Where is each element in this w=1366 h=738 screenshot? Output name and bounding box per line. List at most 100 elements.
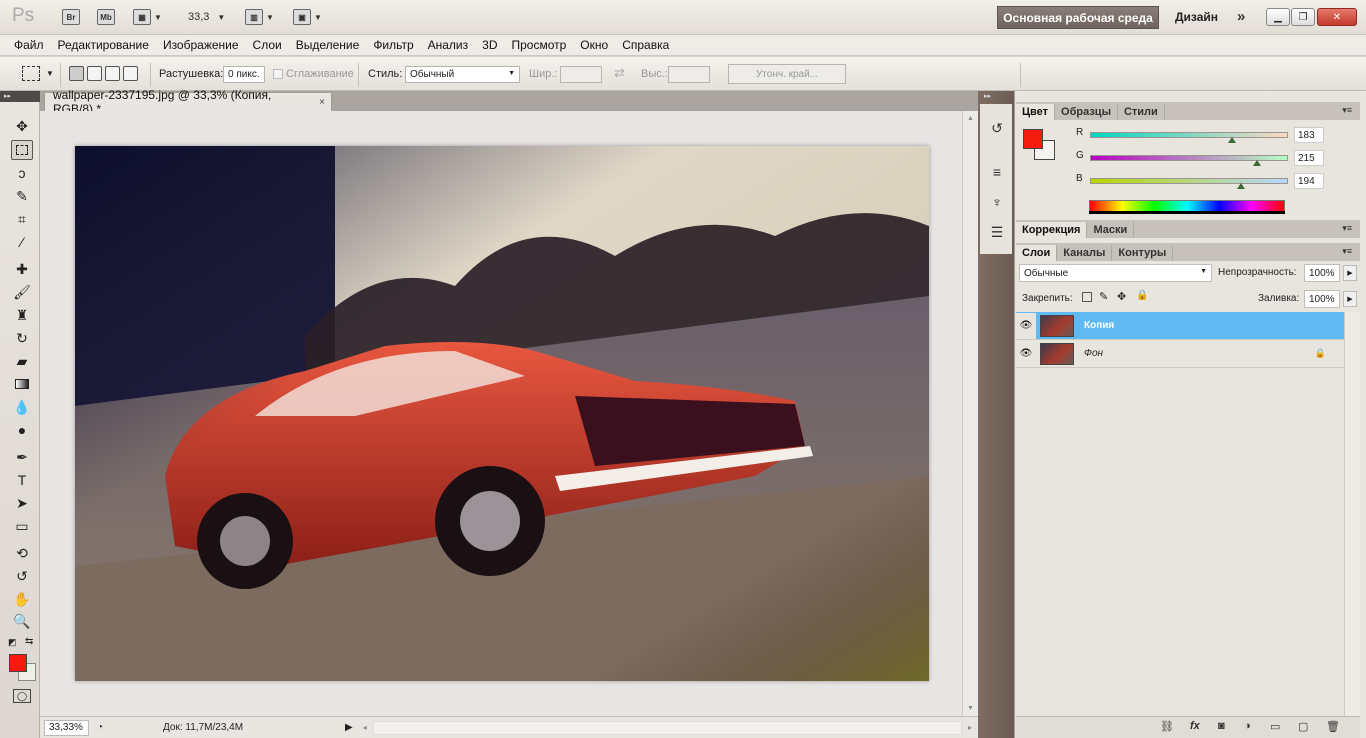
red-value-input[interactable]: 183 bbox=[1294, 127, 1324, 143]
blur-tool-icon[interactable]: 💧 bbox=[11, 397, 33, 417]
add-mask-icon[interactable]: ◙ bbox=[1218, 720, 1225, 732]
tab-paths[interactable]: Контуры bbox=[1112, 245, 1174, 261]
intersect-selection-icon[interactable] bbox=[123, 66, 138, 81]
close-window-button[interactable]: ✕ bbox=[1317, 8, 1357, 26]
menu-window[interactable]: Окно bbox=[580, 38, 608, 52]
quick-selection-tool-icon[interactable]: ✎ bbox=[11, 186, 33, 206]
menu-view[interactable]: Просмотр bbox=[511, 38, 566, 52]
scroll-up-icon[interactable]: ▲ bbox=[967, 115, 974, 122]
arrange-documents-button[interactable]: ▥ ▼ bbox=[245, 8, 274, 26]
screen-mode-button[interactable]: ▣ ▼ bbox=[293, 8, 322, 26]
subtract-selection-icon[interactable] bbox=[105, 66, 120, 81]
height-input[interactable] bbox=[668, 66, 710, 83]
quick-mask-icon[interactable]: ◯ bbox=[13, 689, 31, 703]
minibridge-button[interactable]: Mb bbox=[97, 8, 115, 26]
eraser-tool-icon[interactable]: ▰ bbox=[11, 351, 33, 371]
path-selection-tool-icon[interactable]: ➤ bbox=[11, 493, 33, 513]
tab-color[interactable]: Цвет bbox=[1016, 104, 1056, 120]
tab-styles[interactable]: Стили bbox=[1118, 104, 1165, 120]
clone-stamp-tool-icon[interactable]: ♜ bbox=[11, 305, 33, 325]
marquee-tool-icon[interactable] bbox=[11, 140, 33, 160]
dodge-tool-icon[interactable]: ● bbox=[11, 420, 33, 440]
lock-pixels-icon[interactable]: ✎ bbox=[1099, 290, 1108, 303]
feather-input[interactable]: 0 пикс. bbox=[223, 66, 265, 83]
scroll-down-icon[interactable]: ▼ bbox=[967, 705, 974, 712]
menu-file[interactable]: Файл bbox=[14, 38, 44, 52]
history-brush-tool-icon[interactable]: ↻ bbox=[11, 328, 33, 348]
healing-brush-tool-icon[interactable]: ✚ bbox=[11, 259, 33, 279]
scroll-right-icon[interactable]: ▸ bbox=[968, 723, 972, 732]
menu-edit[interactable]: Редактирование bbox=[58, 38, 149, 52]
dock-expand-icon[interactable]: ▸▸ bbox=[984, 92, 991, 100]
new-group-icon[interactable]: ▭ bbox=[1270, 720, 1280, 733]
lock-position-icon[interactable]: ✥ bbox=[1117, 290, 1126, 303]
delete-layer-icon[interactable]: 🗑 bbox=[1326, 720, 1340, 733]
history-panel-icon[interactable]: ↺ bbox=[985, 118, 1009, 138]
blue-thumb[interactable] bbox=[1236, 183, 1245, 189]
lock-all-icon[interactable]: 🔒 bbox=[1136, 290, 1148, 301]
refine-edge-button[interactable]: Утонч. край... bbox=[728, 64, 846, 84]
green-thumb[interactable] bbox=[1252, 160, 1261, 166]
tab-masks[interactable]: Маски bbox=[1087, 222, 1135, 238]
add-selection-icon[interactable] bbox=[87, 66, 102, 81]
pen-tool-icon[interactable]: ✒ bbox=[11, 447, 33, 467]
status-menu-arrow-icon[interactable]: ▶ bbox=[345, 722, 353, 733]
vertical-scrollbar[interactable]: ▲ ▼ bbox=[962, 111, 978, 716]
green-value-input[interactable]: 215 bbox=[1294, 150, 1324, 166]
fill-input[interactable]: 100% bbox=[1304, 290, 1340, 308]
restore-button[interactable]: ❐ bbox=[1291, 8, 1315, 26]
style-select[interactable]: Обычный ▼ bbox=[405, 66, 520, 83]
menu-image[interactable]: Изображение bbox=[163, 38, 239, 52]
blue-slider[interactable]: B 194 bbox=[1076, 173, 1336, 189]
tab-layers[interactable]: Слои bbox=[1016, 245, 1058, 261]
opacity-input[interactable]: 100% bbox=[1304, 264, 1340, 282]
layer-row-background[interactable]: 👁 Фон 🔒 bbox=[1016, 340, 1344, 368]
layer-style-fx-icon[interactable]: fx bbox=[1190, 720, 1200, 732]
minimize-button[interactable]: ▁ bbox=[1266, 8, 1290, 26]
hand-tool-icon[interactable]: ✋ bbox=[11, 589, 33, 609]
crop-tool-icon[interactable]: ⌗ bbox=[11, 209, 33, 229]
document-tab[interactable]: wallpaper-2337195.jpg @ 33,3% (Копия, RG… bbox=[44, 88, 332, 116]
menu-3d[interactable]: 3D bbox=[482, 38, 497, 52]
3d-rotate-tool-icon[interactable]: ⟲ bbox=[11, 543, 33, 563]
view-extras-button[interactable]: ▦ ▼ bbox=[133, 8, 162, 26]
menu-help[interactable]: Справка bbox=[622, 38, 669, 52]
width-input[interactable] bbox=[560, 66, 602, 83]
red-slider[interactable]: R 183 bbox=[1076, 127, 1336, 143]
clone-source-panel-icon[interactable]: ♆ bbox=[985, 192, 1009, 212]
3d-orbit-tool-icon[interactable]: ↺ bbox=[11, 566, 33, 586]
default-colors-icon[interactable]: ◩ bbox=[8, 637, 17, 648]
layer-row-copy[interactable]: 👁 Копия bbox=[1016, 312, 1344, 340]
brush-panel-icon[interactable]: ≡ bbox=[985, 162, 1009, 182]
bridge-button[interactable]: Br bbox=[62, 8, 80, 26]
eyedropper-tool-icon[interactable]: ⁄ bbox=[11, 232, 33, 252]
zoom-tool-icon[interactable]: 🔍 bbox=[11, 611, 33, 631]
new-layer-icon[interactable]: ▢ bbox=[1298, 720, 1308, 733]
brush-tool-icon[interactable]: 🖌 bbox=[11, 282, 33, 302]
gradient-tool-icon[interactable] bbox=[11, 374, 33, 394]
zoom-status-field[interactable]: 33,33% bbox=[44, 719, 89, 736]
type-tool-icon[interactable]: T bbox=[11, 470, 33, 490]
rectangle-tool-icon[interactable]: ▭ bbox=[11, 516, 33, 536]
panel-menu-icon[interactable]: ▾≡ bbox=[1342, 223, 1352, 234]
tab-channels[interactable]: Каналы bbox=[1057, 245, 1113, 261]
tab-swatches[interactable]: Образцы bbox=[1055, 104, 1118, 120]
fill-arrow-icon[interactable]: ▶ bbox=[1343, 291, 1357, 307]
marquee-preset-icon[interactable] bbox=[22, 66, 40, 81]
visibility-eye-icon[interactable]: 👁 bbox=[1016, 341, 1036, 367]
new-selection-icon[interactable] bbox=[69, 66, 84, 81]
menu-select[interactable]: Выделение bbox=[296, 38, 360, 52]
move-tool-icon[interactable]: ✥ bbox=[11, 116, 33, 136]
double-chevron-right-icon[interactable]: » bbox=[1237, 8, 1245, 25]
panel-menu-icon[interactable]: ▾≡ bbox=[1342, 246, 1352, 257]
visibility-eye-icon[interactable]: 👁 bbox=[1016, 312, 1036, 339]
swap-colors-icon[interactable]: ⇆ bbox=[25, 636, 33, 647]
lasso-tool-icon[interactable]: ↄ bbox=[11, 163, 33, 183]
antialias-checkbox[interactable] bbox=[273, 69, 283, 79]
status-info-icon[interactable]: ◔ bbox=[97, 722, 103, 733]
close-document-icon[interactable]: × bbox=[319, 97, 325, 108]
blue-value-input[interactable]: 194 bbox=[1294, 173, 1324, 189]
opacity-arrow-icon[interactable]: ▶ bbox=[1343, 265, 1357, 281]
foreground-color-swatch[interactable] bbox=[9, 654, 27, 672]
menu-filter[interactable]: Фильтр bbox=[373, 38, 413, 52]
